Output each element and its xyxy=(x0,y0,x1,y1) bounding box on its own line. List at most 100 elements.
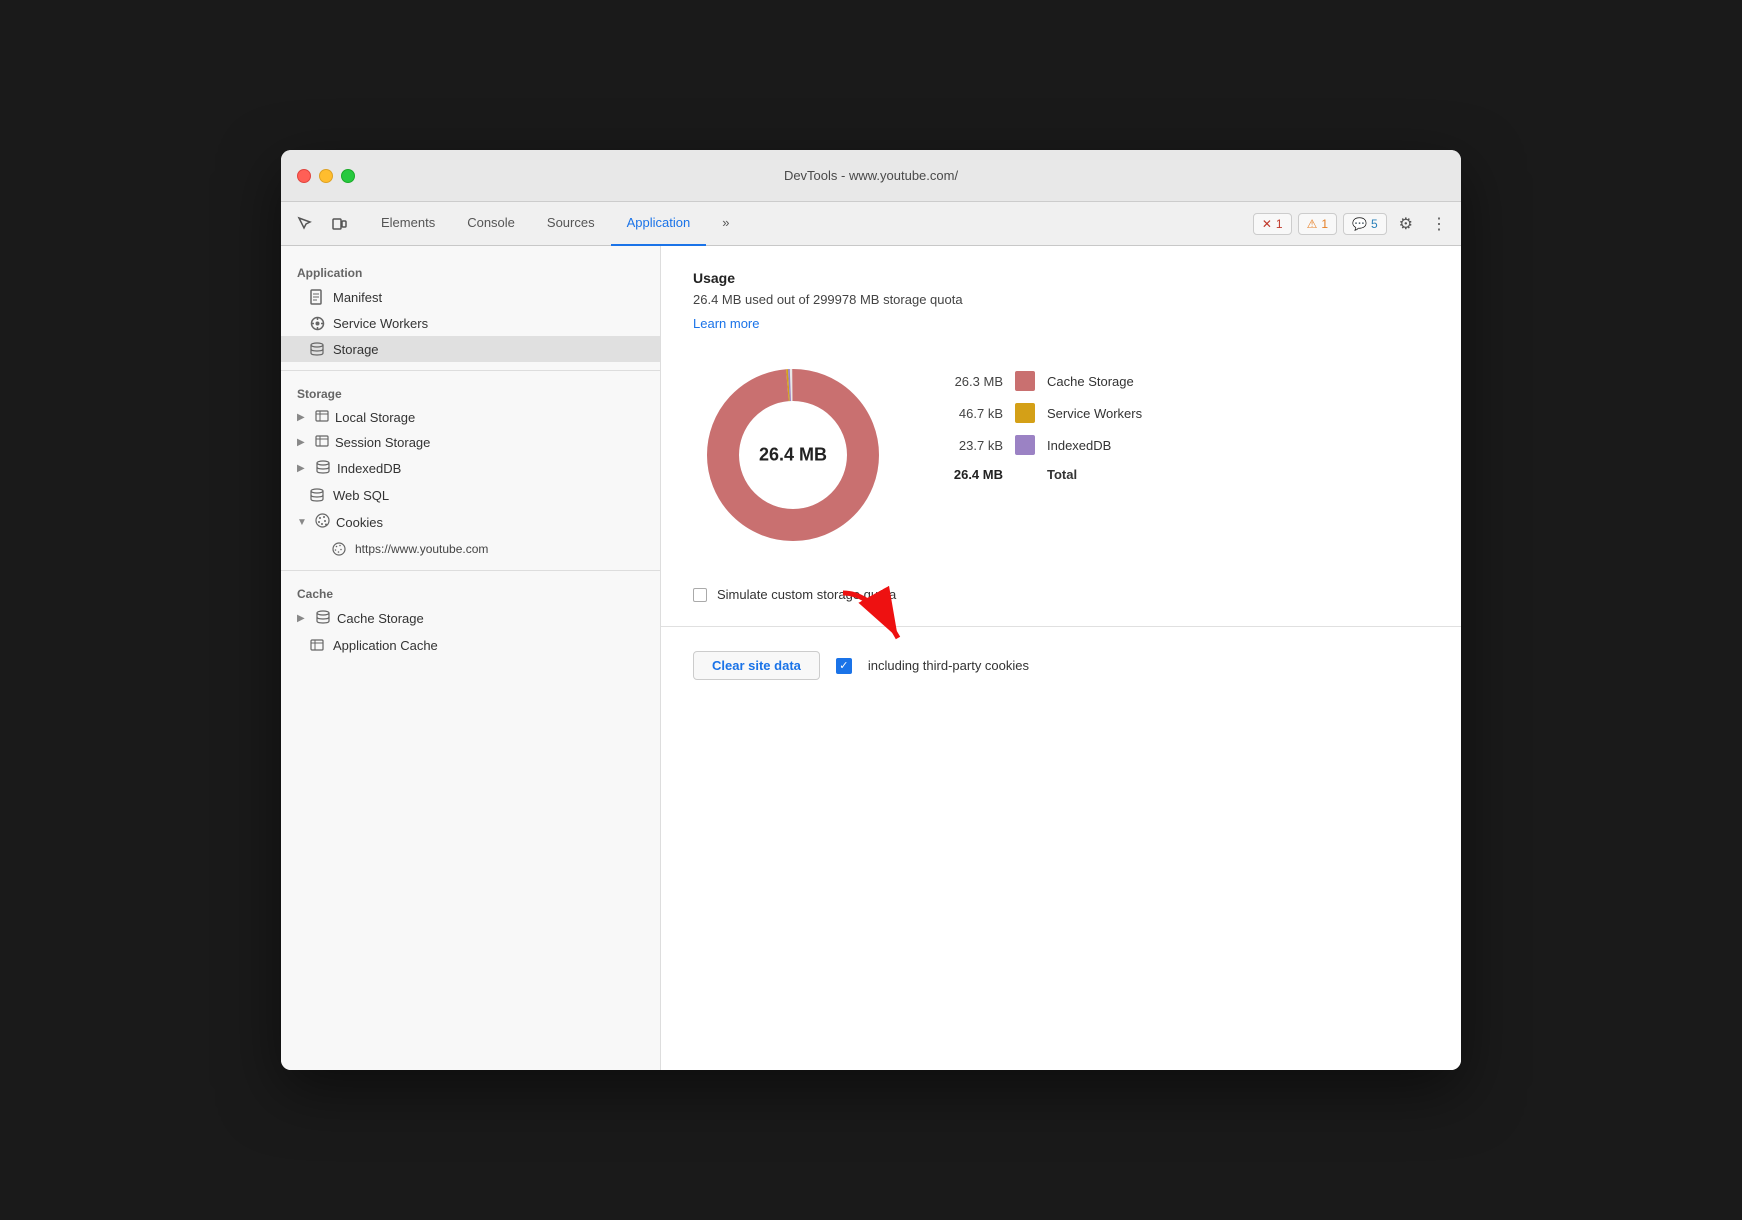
red-arrow-annotation xyxy=(823,583,913,653)
usage-title: Usage xyxy=(693,270,1429,286)
tab-more[interactable]: » xyxy=(706,202,745,246)
clear-site-data-button[interactable]: Clear site data xyxy=(693,651,820,680)
chevron-right-icon-3: ▶ xyxy=(297,463,309,474)
legend-row-total: 26.4 MB Total xyxy=(933,467,1142,482)
legend-row-cache: 26.3 MB Cache Storage xyxy=(933,371,1142,391)
minimize-button[interactable] xyxy=(319,169,333,183)
sidebar-item-app-cache[interactable]: Application Cache xyxy=(281,632,660,658)
sidebar-item-web-sql[interactable]: Web SQL xyxy=(281,482,660,508)
chart-legend: 26.3 MB Cache Storage 46.7 kB Service Wo… xyxy=(933,355,1142,482)
sidebar-item-storage[interactable]: Storage xyxy=(281,336,660,362)
legend-sw-value: 46.7 kB xyxy=(933,406,1003,421)
msg-count: 5 xyxy=(1371,217,1378,231)
toolbar: Elements Console Sources Application » ✕… xyxy=(281,202,1461,246)
main-panel: Usage 26.4 MB used out of 299978 MB stor… xyxy=(661,246,1461,1070)
tab-list: Elements Console Sources Application » xyxy=(365,202,745,245)
sidebar-item-indexeddb[interactable]: ▶ IndexedDB xyxy=(281,455,660,482)
cache-storage-label: Cache Storage xyxy=(337,611,424,626)
chevron-right-icon-4: ▶ xyxy=(297,613,309,624)
donut-chart: 26.4 MB xyxy=(693,355,893,555)
sidebar-separator-2 xyxy=(281,570,660,571)
indexeddb-label: IndexedDB xyxy=(337,461,401,476)
close-button[interactable] xyxy=(297,169,311,183)
third-party-label: including third-party cookies xyxy=(868,658,1029,673)
chevron-right-icon: ▶ xyxy=(297,412,309,423)
service-workers-label: Service Workers xyxy=(333,316,428,331)
app-cache-icon xyxy=(309,637,325,653)
tab-console[interactable]: Console xyxy=(451,202,531,246)
toolbar-right: ✕ 1 ⚠ 1 💬 5 ⚙ ⋮ xyxy=(1253,210,1453,238)
inspect-element-button[interactable] xyxy=(289,208,321,240)
cookie-url-icon xyxy=(331,541,347,557)
devtools-window: DevTools - www.youtube.com/ Elements Con… xyxy=(281,150,1461,1070)
sidebar-item-cache-storage[interactable]: ▶ Cache Storage xyxy=(281,605,660,632)
service-workers-icon xyxy=(309,315,325,331)
sidebar-item-session-storage[interactable]: ▶ Session Storage xyxy=(281,430,660,455)
traffic-lights xyxy=(297,169,355,183)
msg-icon: 💬 xyxy=(1352,217,1367,231)
cache-storage-icon xyxy=(315,610,331,627)
more-options-icon[interactable]: ⋮ xyxy=(1425,210,1453,238)
legend-total-label: Total xyxy=(1047,467,1077,482)
sidebar-item-local-storage[interactable]: ▶ Local Storage xyxy=(281,405,660,430)
sidebar-item-youtube-cookies[interactable]: https://www.youtube.com xyxy=(281,536,660,562)
indexeddb-icon xyxy=(315,460,331,477)
sidebar: Application Manifest xyxy=(281,246,661,1070)
third-party-checkbox[interactable]: ✓ xyxy=(836,658,852,674)
sidebar-item-service-workers[interactable]: Service Workers xyxy=(281,310,660,336)
session-storage-label: Session Storage xyxy=(335,435,430,450)
legend-idb-swatch xyxy=(1015,435,1035,455)
tab-elements[interactable]: Elements xyxy=(365,202,451,246)
local-storage-label: Local Storage xyxy=(335,410,415,425)
settings-icon[interactable]: ⚙ xyxy=(1393,210,1419,238)
warn-count: 1 xyxy=(1321,217,1328,231)
legend-cache-value: 26.3 MB xyxy=(933,374,1003,389)
chart-section: 26.4 MB 26.3 MB Cache Storage 46.7 kB Se… xyxy=(693,355,1429,555)
warning-badge[interactable]: ⚠ 1 xyxy=(1298,213,1337,235)
error-badge[interactable]: ✕ 1 xyxy=(1253,213,1292,235)
sidebar-app-section-title: Application xyxy=(281,258,660,284)
chevron-down-icon: ▼ xyxy=(297,517,309,528)
manifest-icon xyxy=(309,289,325,305)
simulate-row: Simulate custom storage quota xyxy=(693,587,1429,602)
session-storage-icon xyxy=(315,435,329,450)
simulate-checkbox[interactable] xyxy=(693,588,707,602)
device-toolbar-button[interactable] xyxy=(323,208,355,240)
message-badge[interactable]: 💬 5 xyxy=(1343,213,1387,235)
cookies-label: Cookies xyxy=(336,515,383,530)
main-content: Application Manifest xyxy=(281,246,1461,1070)
sidebar-storage-section-title: Storage xyxy=(281,379,660,405)
clear-section: Clear site data ✓ including third-party … xyxy=(693,651,1429,680)
error-count: 1 xyxy=(1276,217,1283,231)
manifest-label: Manifest xyxy=(333,290,382,305)
warn-icon: ⚠ xyxy=(1307,217,1318,231)
sidebar-separator-1 xyxy=(281,370,660,371)
legend-total-value: 26.4 MB xyxy=(933,467,1003,482)
storage-icon xyxy=(309,341,325,357)
panel-divider xyxy=(661,626,1461,627)
legend-row-sw: 46.7 kB Service Workers xyxy=(933,403,1142,423)
app-cache-label: Application Cache xyxy=(333,638,438,653)
sidebar-item-cookies[interactable]: ▼ Cookies xyxy=(281,508,660,536)
usage-subtitle: 26.4 MB used out of 299978 MB storage qu… xyxy=(693,292,1429,307)
checkmark-icon: ✓ xyxy=(839,659,848,672)
legend-sw-label: Service Workers xyxy=(1047,406,1142,421)
chevron-right-icon-2: ▶ xyxy=(297,437,309,448)
learn-more-link[interactable]: Learn more xyxy=(693,316,759,331)
sidebar-cache-section-title: Cache xyxy=(281,579,660,605)
storage-label: Storage xyxy=(333,342,379,357)
tab-sources[interactable]: Sources xyxy=(531,202,611,246)
donut-center-label: 26.4 MB xyxy=(759,445,827,466)
legend-row-idb: 23.7 kB IndexedDB xyxy=(933,435,1142,455)
sidebar-item-manifest[interactable]: Manifest xyxy=(281,284,660,310)
maximize-button[interactable] xyxy=(341,169,355,183)
cookie-url-label: https://www.youtube.com xyxy=(355,542,488,556)
legend-idb-label: IndexedDB xyxy=(1047,438,1111,453)
legend-cache-swatch xyxy=(1015,371,1035,391)
cookies-icon xyxy=(315,513,330,531)
legend-cache-label: Cache Storage xyxy=(1047,374,1134,389)
web-sql-label: Web SQL xyxy=(333,488,389,503)
local-storage-icon xyxy=(315,410,329,425)
tab-application[interactable]: Application xyxy=(611,202,707,246)
error-icon: ✕ xyxy=(1262,217,1272,231)
